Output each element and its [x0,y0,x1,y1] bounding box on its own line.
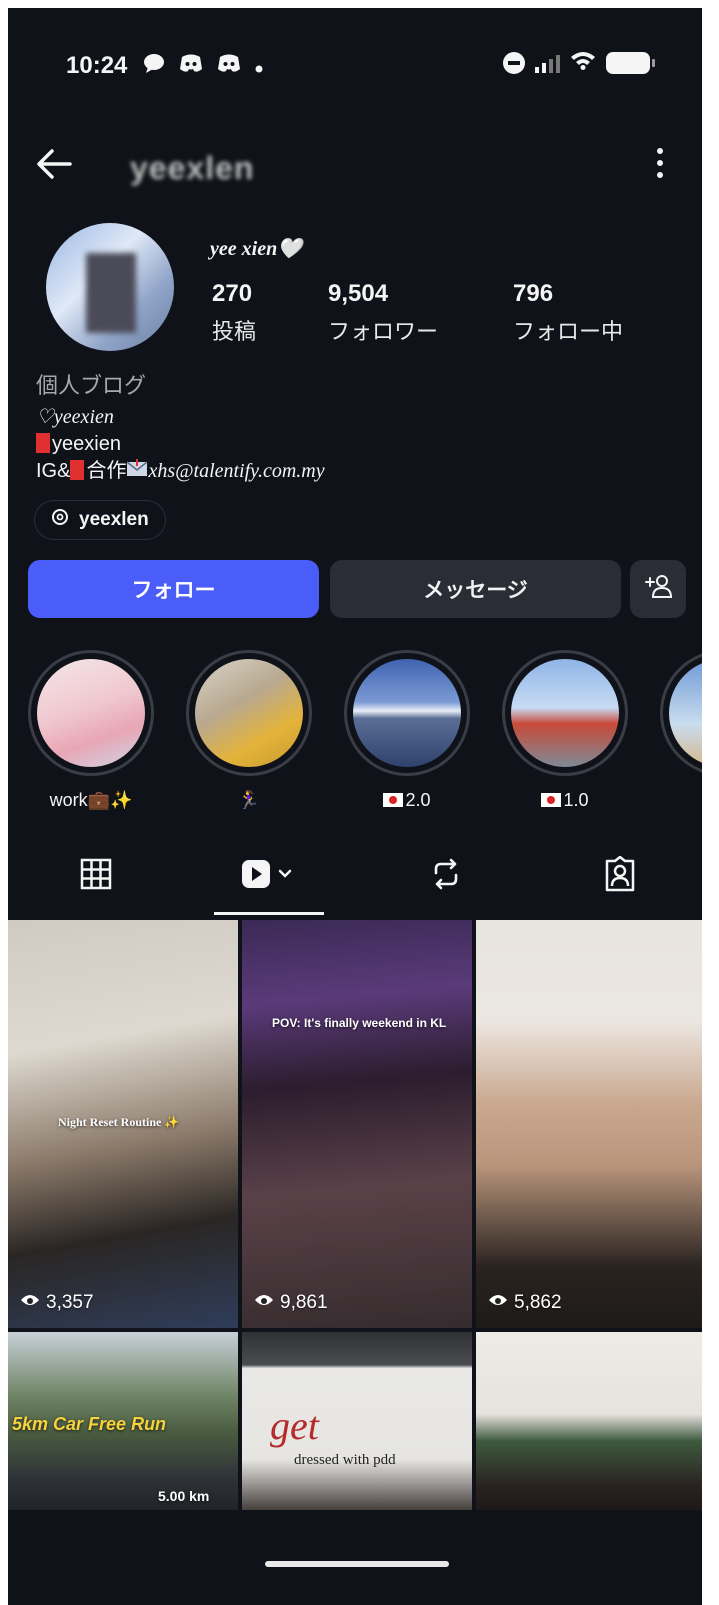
highlight-label: 🏃‍♀️ [237,790,261,810]
bio-line-1: ♡yeexien [36,406,114,428]
profile-tabs [8,838,702,918]
highlight-label: 2.0 [344,790,470,811]
red-book-icon [70,460,85,480]
chat-icon [143,52,165,80]
active-tab-indicator [214,912,324,915]
highlight-label: 1.0 [502,790,628,811]
bio-line-2: yeexien [36,431,325,458]
bio-line-3-mid: 合作 [86,460,127,482]
tab-tagged[interactable] [560,838,680,914]
threads-link[interactable]: yeexlen [34,500,166,540]
reel-tile[interactable]: get dressed with pdd [242,1332,472,1514]
home-indicator[interactable] [265,1561,449,1567]
highlight-partial[interactable] [660,650,702,790]
dot-icon [255,53,263,79]
message-button[interactable]: メッセージ [330,560,621,618]
arrow-left-icon[interactable] [34,144,74,191]
do-not-disturb-icon [503,52,525,74]
reel-caption: POV: It's finally weekend in KL [272,1016,447,1030]
highlight-japan-1[interactable]: 1.0 [502,650,628,811]
grid-icon [80,858,112,895]
reel-tile[interactable]: 5km Car Free Run 5.00 km [8,1332,238,1514]
battery-icon [606,52,655,74]
stat-posts-label: 投稿 [212,319,257,344]
discord-icon [217,53,241,79]
bio-line-3: IG& 合作 xhs@talentify.com.my [36,458,325,485]
reels-icon [240,858,300,895]
highlight-image [37,659,145,767]
stat-following-value: 796 [513,280,554,307]
avatar[interactable] [46,223,174,351]
repost-icon [430,857,462,896]
tab-reposts[interactable] [386,838,506,914]
stat-posts[interactable]: 270 投稿 [212,280,256,346]
highlight-work[interactable]: work💼✨ [28,650,154,811]
highlight-label: work💼✨ [49,790,133,810]
threads-icon [51,508,69,532]
notification-icons [143,52,263,80]
signal-icon [535,53,560,73]
threads-handle: yeexlen [79,509,149,530]
bio-email[interactable]: xhs@talentify.com.my [148,460,324,482]
add-user-button[interactable] [630,560,686,618]
header-username: yeexlen [130,150,255,186]
reel-subcaption: dressed with pdd [294,1452,396,1468]
reel-caption: Night Reset Routine ✨ [58,1115,180,1129]
japan-flag-icon [383,793,404,807]
reel-caption: get [270,1403,319,1448]
reel-tile[interactable]: POV: It's finally weekend in KL 9,861 [242,920,472,1328]
reel-tile[interactable] [476,1332,702,1514]
highlight-image [195,659,303,767]
add-user-icon [643,573,673,605]
inbox-icon [126,459,148,482]
stat-followers-value: 9,504 [328,280,389,307]
display-name: yee xien🤍 [210,238,303,260]
stat-posts-value: 270 [212,280,253,307]
stat-followers-label: フォロワー [328,319,439,344]
reel-tile[interactable]: Night Reset Routine ✨ 3,357 [8,920,238,1328]
view-count: 5,862 [488,1292,562,1314]
status-bar: 10:24 [8,8,702,118]
highlight-run[interactable]: 🏃‍♀️ [186,650,312,811]
highlight-image [669,659,702,767]
reel-caption: 5km Car Free Run [12,1414,167,1434]
bio: ♡yeexien yeexien IG& 合作 xhs@talentify.com.… [36,404,325,485]
reel-tile[interactable]: 5,862 [476,920,702,1328]
bottom-bar [8,1510,702,1605]
highlight-image [353,659,461,767]
view-count: 9,861 [254,1292,328,1314]
japan-flag-icon [541,793,562,807]
highlight-japan-2[interactable]: 2.0 [344,650,470,811]
stat-followers[interactable]: 9,504 フォロワー [328,280,438,346]
discord-icon [179,53,203,79]
bio-line-3-prefix: IG& [36,460,71,482]
view-count: 3,357 [20,1292,94,1314]
bio-line-2-text: yeexien [52,433,121,455]
stat-following-label: フォロー中 [513,319,624,344]
profile-category: 個人ブログ [36,373,147,398]
wifi-icon [570,50,596,76]
status-time: 10:24 [66,52,128,79]
red-book-icon [36,433,50,453]
eye-icon [20,1292,40,1314]
tab-posts[interactable] [36,838,156,914]
eye-icon [488,1292,508,1314]
follow-button[interactable]: フォロー [28,560,319,618]
eye-icon [254,1292,274,1314]
highlight-image [511,659,619,767]
tagged-icon [603,855,637,897]
screen: 10:24 yeexlen yee xien🤍 270 投稿 9,504 フォロ… [8,8,702,1605]
system-icons [503,50,655,76]
more-vertical-icon[interactable] [654,146,666,186]
stat-following[interactable]: 796 フォロー中 [513,280,623,346]
tab-reels[interactable] [210,838,330,914]
reel-subcaption: 5.00 km [158,1488,210,1504]
